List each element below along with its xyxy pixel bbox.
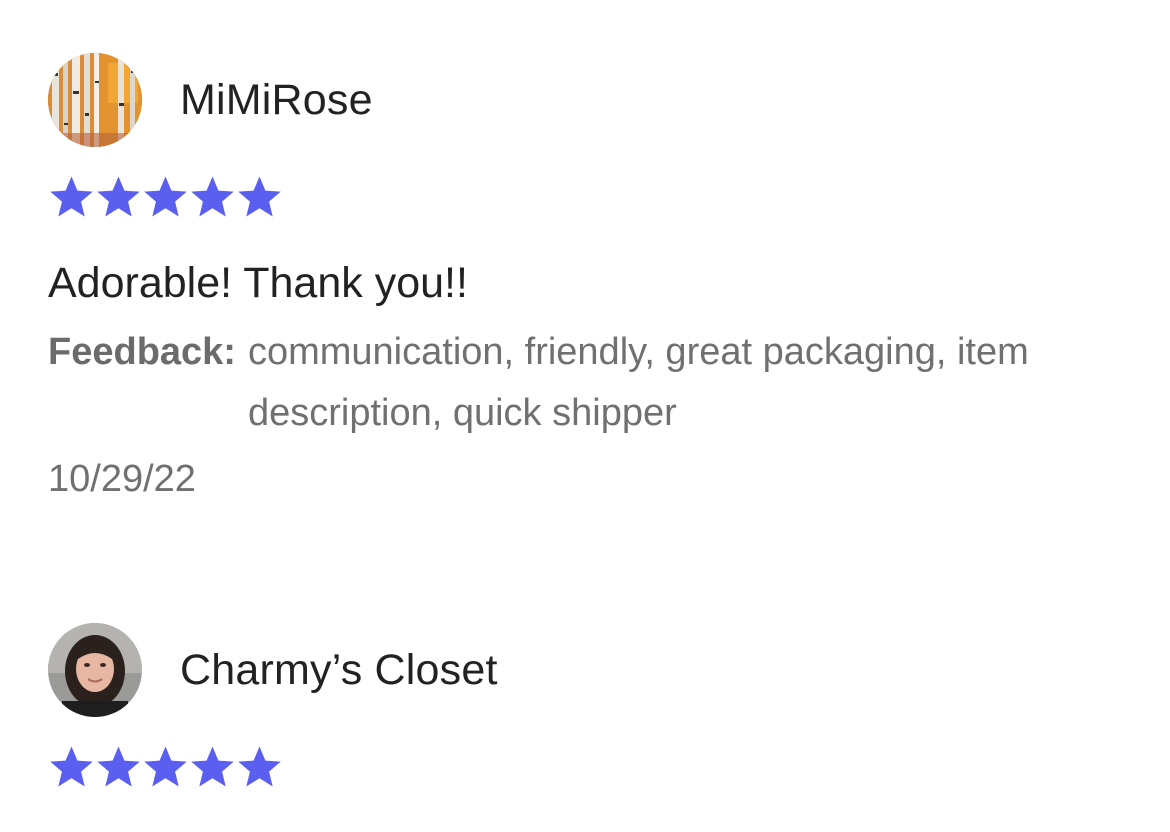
feedback-label: Feedback: bbox=[48, 331, 236, 373]
star-icon bbox=[48, 745, 95, 789]
star-icon bbox=[142, 175, 189, 219]
review-card: MiMiRose Adorable! Thank you!! Feedback:… bbox=[48, 52, 1128, 504]
birch-trees-avatar-image bbox=[48, 53, 142, 147]
star-icon bbox=[236, 745, 283, 789]
review-header: Charmy’s Closet bbox=[48, 622, 1128, 718]
star-icon bbox=[95, 745, 142, 789]
avatar[interactable] bbox=[48, 53, 142, 147]
review-date: 10/29/22 bbox=[48, 458, 196, 500]
star-icon bbox=[142, 745, 189, 789]
person-avatar-image bbox=[48, 623, 142, 717]
username[interactable]: MiMiRose bbox=[180, 76, 373, 125]
feedback: Feedback: communication, friendly, great… bbox=[48, 322, 1128, 444]
avatar[interactable] bbox=[48, 623, 142, 717]
star-rating bbox=[48, 744, 1128, 790]
star-rating bbox=[48, 174, 1128, 220]
star-icon bbox=[95, 175, 142, 219]
star-icon bbox=[189, 745, 236, 789]
username[interactable]: Charmy’s Closet bbox=[180, 646, 498, 695]
review-card: Charmy’s Closet bbox=[48, 622, 1128, 790]
star-icon bbox=[236, 175, 283, 219]
star-icon bbox=[48, 175, 95, 219]
feedback-tags: communication, friendly, great packaging… bbox=[247, 331, 1029, 434]
star-icon bbox=[189, 175, 236, 219]
review-text: Adorable! Thank you!! bbox=[48, 259, 468, 307]
review-header: MiMiRose bbox=[48, 52, 1128, 148]
